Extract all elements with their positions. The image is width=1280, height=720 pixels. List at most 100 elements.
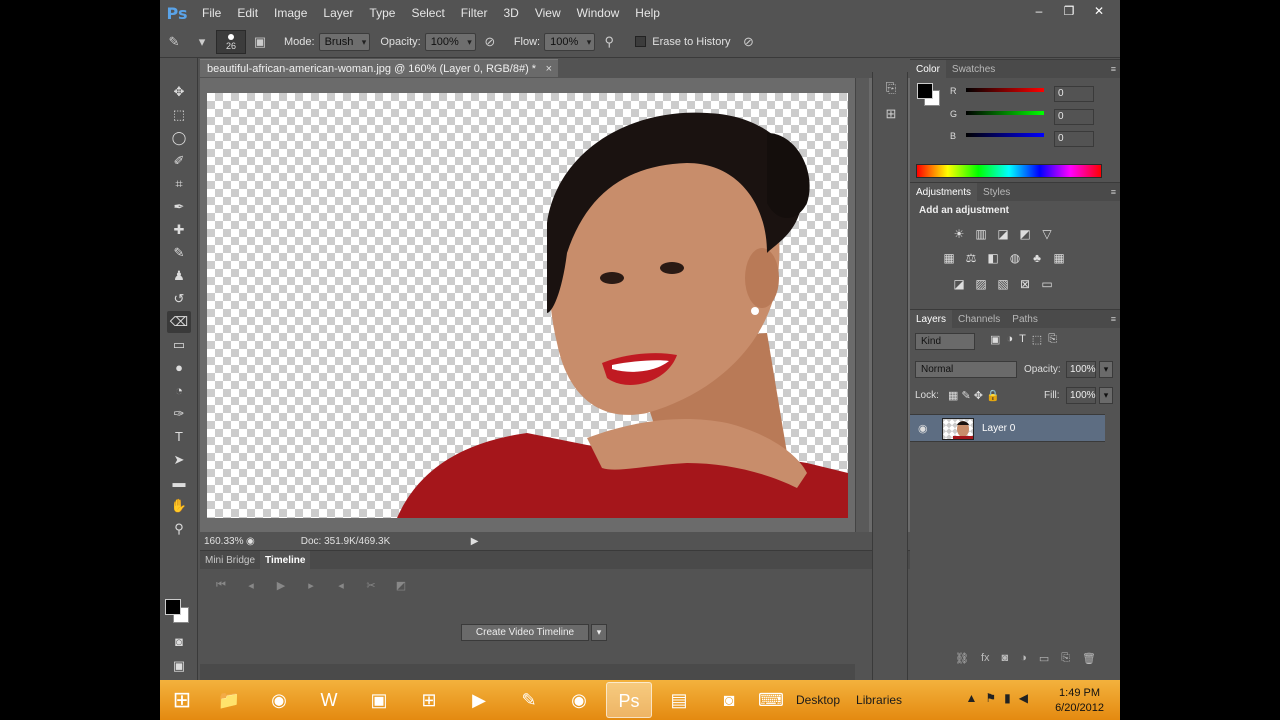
menu-file[interactable]: File (194, 6, 229, 20)
vibrance-icon[interactable]: ▽ (1038, 225, 1056, 243)
tool-preset-arrow-icon[interactable]: ▾ (192, 32, 212, 52)
green-value[interactable]: 0 (1054, 109, 1094, 125)
gradient-tool-icon[interactable]: ▭ (167, 334, 191, 356)
filter-adjustment-icon[interactable]: ◑ (1006, 333, 1013, 346)
curves-icon[interactable]: ◪ (994, 225, 1012, 243)
menu-layer[interactable]: Layer (315, 6, 361, 20)
status-info-icon[interactable]: ◉ (246, 536, 255, 547)
menu-help[interactable]: Help (627, 6, 668, 20)
tab-timeline[interactable]: Timeline (260, 550, 311, 570)
hand-tool-icon[interactable]: ✋ (167, 495, 191, 517)
foreground-color-chip[interactable] (917, 83, 933, 99)
screen-mode-icon[interactable]: ▣ (167, 655, 191, 677)
menu-window[interactable]: Window (569, 6, 628, 20)
brush-panel-icon[interactable]: ▣ (250, 32, 270, 52)
split-icon[interactable]: ✂ (356, 579, 386, 592)
canvas-vertical-scrollbar[interactable] (855, 78, 869, 532)
erase-to-history-checkbox[interactable] (635, 36, 647, 47)
brush-preset-picker[interactable]: 26 (216, 29, 246, 54)
play-icon[interactable]: ▶ (266, 579, 296, 592)
volume-icon[interactable]: ◀ (1019, 691, 1028, 705)
layer-row[interactable]: ◉ Layer 0 (910, 414, 1105, 442)
menu-type[interactable]: Type (361, 6, 403, 20)
restore-button[interactable]: ❐ (1056, 2, 1082, 20)
new-layer-icon[interactable]: ⎘ (1061, 652, 1070, 668)
opacity-field[interactable]: 100% (424, 32, 476, 51)
firefox-2-icon[interactable]: ◉ (556, 682, 602, 718)
crop-tool-icon[interactable]: ⌗ (167, 173, 191, 195)
close-button[interactable]: ✕ (1086, 2, 1112, 20)
eyedropper-tool-icon[interactable]: ✒ (167, 196, 191, 218)
hue-saturation-icon[interactable]: ▦ (940, 249, 958, 267)
layer-filter-select[interactable]: Kind (915, 333, 975, 350)
flow-field[interactable]: 100% (544, 32, 596, 51)
menu-view[interactable]: View (527, 6, 569, 20)
video-app-icon[interactable]: ◙ (706, 682, 752, 718)
filter-type-icon[interactable]: T (1019, 333, 1026, 346)
filter-shape-icon[interactable]: ⬚ (1032, 333, 1042, 346)
clone-stamp-tool-icon[interactable]: ♟ (167, 265, 191, 287)
blue-slider[interactable] (966, 133, 1044, 137)
photo-filter-icon[interactable]: ◍ (1006, 249, 1024, 267)
file-explorer-icon[interactable]: 📁 (206, 682, 252, 718)
document-tab[interactable]: beautiful-african-american-woman.jpg @ 1… (200, 59, 558, 77)
firefox-icon[interactable]: ◉ (256, 682, 302, 718)
visibility-eye-icon[interactable]: ◉ (918, 422, 928, 435)
brush-tool-icon[interactable]: ✎ (167, 242, 191, 264)
menu-image[interactable]: Image (266, 6, 315, 20)
lasso-tool-icon[interactable]: ◯ (167, 127, 191, 149)
audio-icon[interactable]: ◂ (326, 579, 356, 592)
timeline-mode-dropdown[interactable]: ▾ (591, 624, 607, 641)
menu-select[interactable]: Select (403, 6, 452, 20)
marquee-tool-icon[interactable]: ⬚ (167, 104, 191, 126)
gradient-map-icon[interactable]: ▭ (1038, 275, 1056, 293)
filter-smart-object-icon[interactable]: ⎘ (1048, 333, 1057, 346)
pressure-opacity-icon[interactable]: ⊘ (480, 32, 500, 52)
tab-swatches[interactable]: Swatches (946, 60, 1001, 79)
word-icon[interactable]: W (306, 682, 352, 718)
filter-pixel-icon[interactable]: ▣ (990, 333, 1000, 346)
document-canvas[interactable] (207, 93, 848, 518)
blur-tool-icon[interactable]: ● (167, 357, 191, 379)
lock-icons[interactable]: ▦ ✎ ✥ 🔒 (948, 389, 1000, 402)
tab-mini-bridge[interactable]: Mini Bridge (200, 551, 260, 570)
layer-style-icon[interactable]: fx (981, 652, 990, 668)
layer-opacity-dropdown[interactable]: ▾ (1099, 361, 1113, 378)
menu-3d[interactable]: 3D (495, 6, 526, 20)
levels-icon[interactable]: ▥ (972, 225, 990, 243)
network-icon[interactable]: ⊞ (406, 682, 452, 718)
blue-value[interactable]: 0 (1054, 131, 1094, 147)
create-video-timeline-button[interactable]: Create Video Timeline (461, 624, 589, 641)
show-hidden-icons[interactable]: ▲ (966, 691, 978, 705)
tab-styles[interactable]: Styles (977, 183, 1016, 202)
sticky-notes-icon[interactable]: ▤ (656, 682, 702, 718)
zoom-level[interactable]: 160.33% (200, 536, 246, 547)
start-button-icon[interactable]: ⊞ (160, 681, 204, 719)
threshold-icon[interactable]: ▧ (994, 275, 1012, 293)
menu-edit[interactable]: Edit (229, 6, 266, 20)
minimize-button[interactable]: – (1026, 2, 1052, 20)
dodge-tool-icon[interactable]: ◔ (167, 380, 191, 402)
shape-tool-icon[interactable]: ▬ (167, 472, 191, 494)
fill-dropdown[interactable]: ▾ (1099, 387, 1113, 404)
history-panel-icon[interactable]: ⎘ (881, 78, 901, 98)
path-select-tool-icon[interactable]: ➤ (167, 449, 191, 471)
healing-brush-tool-icon[interactable]: ✚ (167, 219, 191, 241)
tab-layers[interactable]: Layers (910, 309, 953, 329)
network-status-icon[interactable]: ▮ (1004, 691, 1011, 705)
clock[interactable]: 1:49 PM 6/20/2012 (1055, 686, 1104, 716)
blend-mode-select[interactable]: Normal (915, 361, 1017, 378)
foreground-color-swatch[interactable] (165, 599, 181, 615)
zoom-tool-icon[interactable]: ⚲ (167, 518, 191, 540)
color-balance-icon[interactable]: ⚖ (962, 249, 980, 267)
green-slider[interactable] (966, 111, 1044, 115)
tab-color[interactable]: Color (910, 59, 946, 79)
media-player-icon[interactable]: ▶ (456, 682, 502, 718)
quick-mask-icon[interactable]: ◙ (167, 631, 191, 653)
pen-tool-icon[interactable]: ✑ (167, 403, 191, 425)
tab-channels[interactable]: Channels (952, 310, 1006, 329)
panel-menu-icon[interactable]: ≡ (1111, 187, 1116, 197)
channel-mixer-icon[interactable]: ♣ (1028, 249, 1046, 267)
selective-color-icon[interactable]: ⊠ (1016, 275, 1034, 293)
quick-select-tool-icon[interactable]: ✐ (167, 150, 191, 172)
